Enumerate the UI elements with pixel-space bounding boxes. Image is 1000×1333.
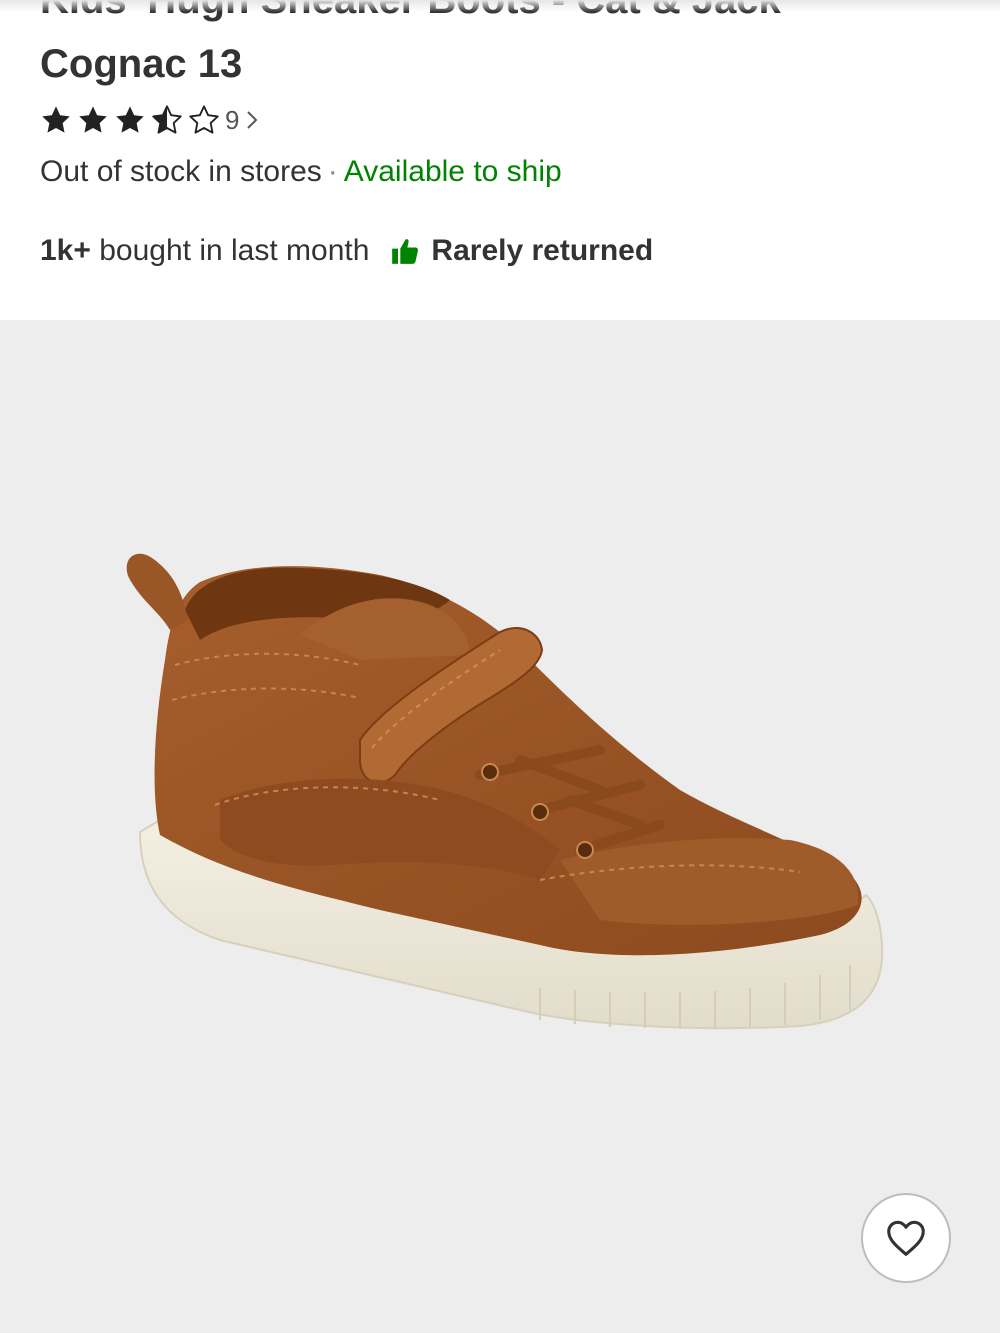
product-image-gallery[interactable] xyxy=(0,320,1000,1333)
social-proof-row: 1k+ bought in last month Rarely returned xyxy=(40,231,653,271)
star-icon xyxy=(79,106,107,133)
star-empty-icon xyxy=(189,105,219,134)
header-shadow xyxy=(0,0,1000,12)
star-rating xyxy=(40,104,225,136)
product-page: Kids' Hugh Sneaker Boots - Cat & Jack Co… xyxy=(0,0,1000,1333)
product-image xyxy=(126,553,884,1030)
favorite-button[interactable] xyxy=(861,1193,951,1283)
product-title-line2: Cognac 13 xyxy=(40,42,243,86)
fulfillment-status: Out of stock in stores · Available to ship xyxy=(40,152,562,192)
rating-row[interactable]: 9 xyxy=(40,102,259,138)
bought-text: bought in last month xyxy=(99,234,370,267)
rarely-returned-badge: Rarely returned xyxy=(431,234,654,267)
chevron-right-icon[interactable] xyxy=(245,109,259,131)
star-icon xyxy=(116,106,144,133)
star-icon xyxy=(42,106,70,133)
bought-count: 1k+ xyxy=(40,234,91,267)
review-count[interactable]: 9 xyxy=(225,102,239,138)
thumbs-up-icon xyxy=(392,239,419,264)
heart-outline-icon xyxy=(887,1220,925,1256)
store-stock-status: Out of stock in stores xyxy=(40,155,322,188)
status-separator: · xyxy=(327,155,338,188)
ship-availability: Available to ship xyxy=(343,155,562,188)
star-half-icon xyxy=(152,105,182,134)
